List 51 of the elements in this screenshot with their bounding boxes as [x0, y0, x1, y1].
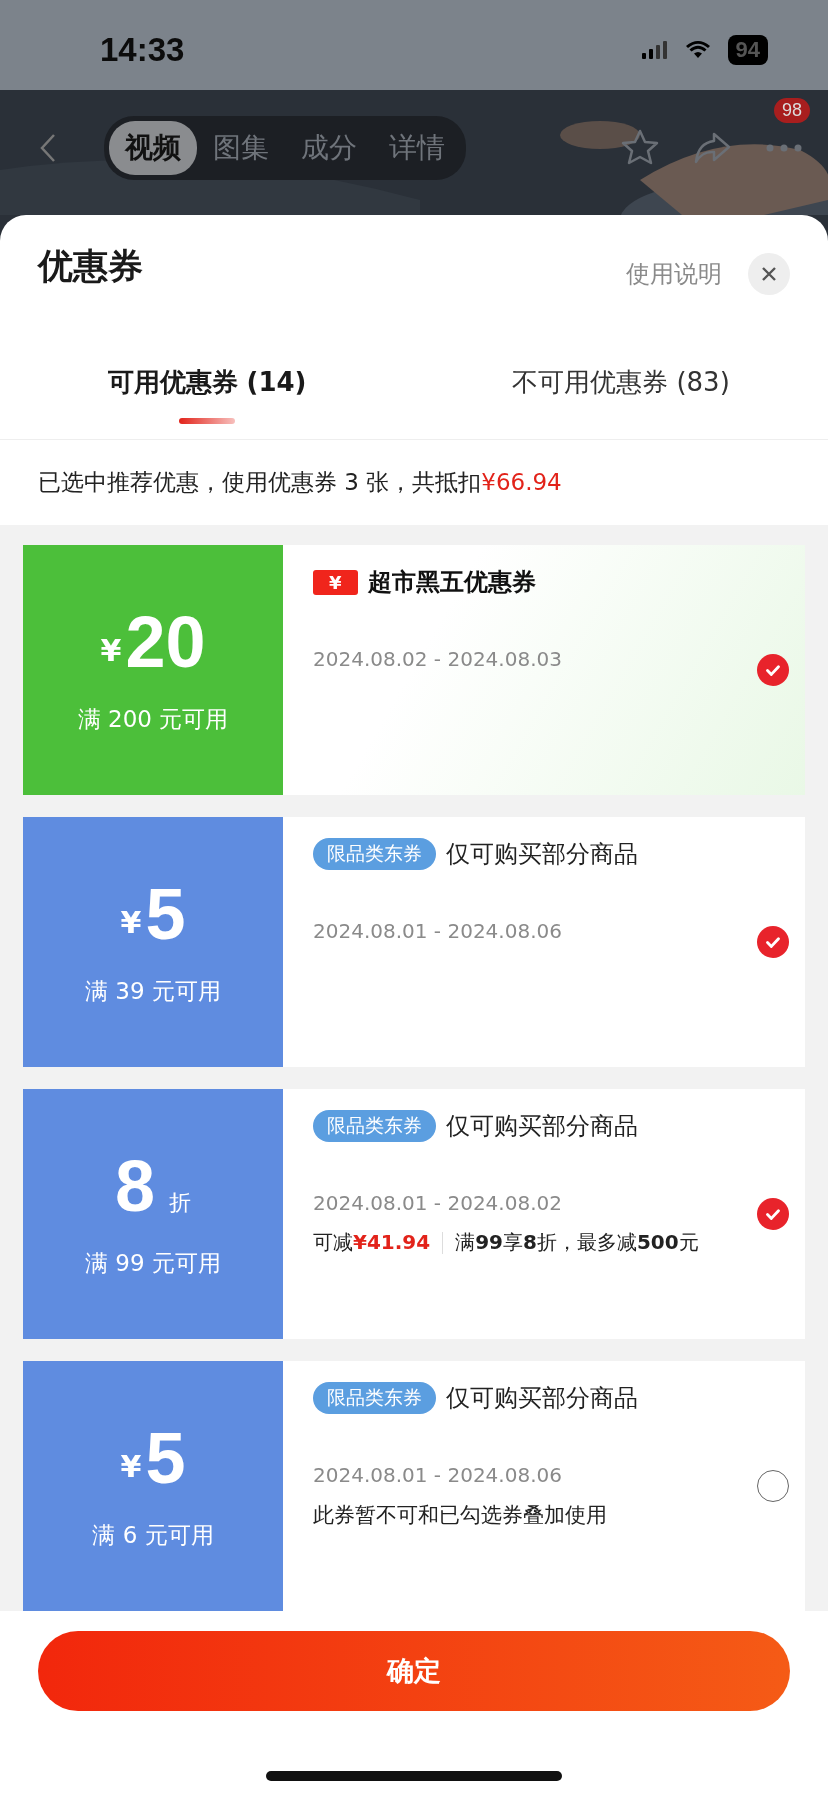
nav-tab[interactable]: 成分 [285, 120, 373, 175]
coupon-tab[interactable]: 可用优惠券 (14) [0, 354, 414, 410]
back-icon[interactable] [40, 132, 56, 163]
coupon-amount: 5 [145, 1421, 186, 1494]
coupon-tab[interactable]: 不可用优惠券 (83) [414, 354, 828, 410]
wifi-icon [685, 41, 710, 59]
coupon-card[interactable]: ¥5 满 6 元可用 限品类东券 仅可购买部分商品 2024.08.01 - 2024.08.06 此券暂不可和已勾选券叠加使用 [23, 1361, 805, 1611]
category-tag: 限品类东券 [313, 1382, 436, 1414]
coupon-card[interactable]: ¥5 满 39 元可用 限品类东券 仅可购买部分商品 2024.08.01 - 2024.08.06 [23, 817, 805, 1067]
coupon-condition: 满 39 元可用 [85, 976, 221, 1006]
discount-value: 8 [114, 1149, 155, 1222]
coupon-amount: 5 [145, 877, 186, 950]
battery-indicator: 94 [727, 35, 768, 65]
checkbox[interactable] [757, 1198, 789, 1230]
category-tag: 限品类东券 [313, 1110, 436, 1142]
checkbox[interactable] [757, 926, 789, 958]
status-time: 14:33 [100, 31, 185, 69]
confirm-button[interactable]: 确定 [38, 1631, 790, 1711]
coupon-condition: 满 200 元可用 [77, 704, 229, 734]
sheet-title: 优惠券 [38, 245, 143, 288]
validity-dates: 2024.08.01 - 2024.08.06 [313, 1463, 563, 1487]
discount-unit: 折 [169, 1188, 191, 1217]
summary-text: 已选中推荐优惠，使用优惠券 3 张，共抵扣¥66.94 [38, 468, 562, 497]
nav-tab[interactable]: 详情 [373, 120, 461, 175]
coupon-title: 仅可购买部分商品 [446, 839, 638, 870]
coupon-condition: 满 6 元可用 [92, 1520, 214, 1550]
discount-rule: 满99享8折，最多减500元 [455, 1229, 699, 1256]
coupon-card[interactable]: ¥20 满 200 元可用 ¥ 超市黑五优惠券 2024.08.02 - 2024.08.03 [23, 545, 805, 795]
close-button[interactable] [748, 253, 790, 295]
coupon-amount: 20 [125, 605, 206, 678]
validity-dates: 2024.08.01 - 2024.08.02 [313, 1191, 563, 1215]
currency-symbol: ¥ [120, 904, 142, 940]
tab-underline [179, 417, 235, 424]
coupon-condition: 满 99 元可用 [85, 1248, 221, 1278]
saving-amount: 可减¥41.94 [313, 1229, 431, 1256]
category-tag: 限品类东券 [313, 838, 436, 870]
coupon-title: 仅可购买部分商品 [446, 1383, 638, 1414]
currency-symbol: ¥ [100, 632, 122, 668]
coupon-ticket-icon: ¥ [313, 569, 358, 595]
nav-tab[interactable]: 图集 [197, 120, 285, 175]
checkbox[interactable] [757, 654, 789, 686]
coupon-note: 此券暂不可和已勾选券叠加使用 [313, 1502, 608, 1529]
validity-dates: 2024.08.01 - 2024.08.06 [313, 919, 563, 943]
coupon-title: 超市黑五优惠券 [367, 567, 536, 598]
coupon-title: 仅可购买部分商品 [446, 1111, 638, 1142]
more-icon[interactable] [764, 142, 804, 153]
signal-icon [641, 41, 668, 59]
nav-tab[interactable]: 视频 [109, 120, 197, 175]
currency-symbol: ¥ [120, 1448, 142, 1484]
coupon-card[interactable]: 8 折 满 99 元可用 限品类东券 仅可购买部分商品 2024.08.01 - 2024.08.02 可减¥41.94 满99享8折，最多减500元 [23, 1089, 805, 1339]
validity-dates: 2024.08.02 - 2024.08.03 [313, 647, 563, 671]
